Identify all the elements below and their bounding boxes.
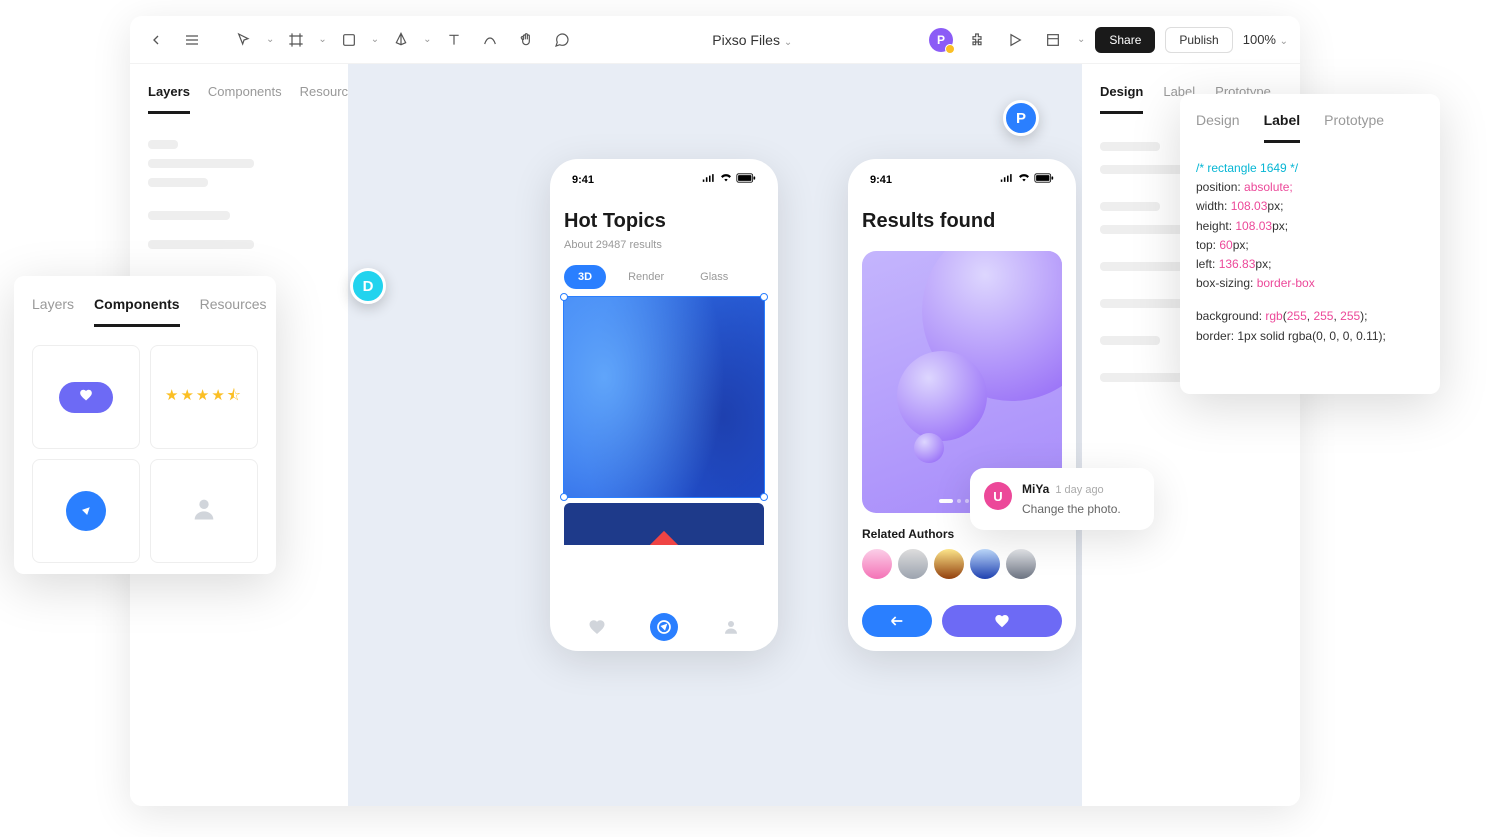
- secondary-image[interactable]: [564, 503, 764, 545]
- css-code-output[interactable]: /* rectangle 1649 */ position: absolute;…: [1196, 159, 1424, 346]
- tab-layers[interactable]: Layers: [148, 84, 190, 114]
- zoom-control[interactable]: 100% ⌄: [1243, 32, 1288, 47]
- left-panel-tabs: Layers Components Resources: [130, 64, 348, 114]
- property-placeholder: [1100, 336, 1160, 345]
- canvas[interactable]: 9:41 Hot Topics About 29487 results 3D R…: [348, 64, 1082, 806]
- comment-text: Change the photo.: [1022, 502, 1121, 516]
- layer-placeholder: [148, 140, 178, 149]
- toolbar-left-group: ⌄ ⌄ ⌄ ⌄: [142, 26, 576, 54]
- menu-button[interactable]: [178, 26, 206, 54]
- resize-handle-tl[interactable]: [560, 293, 568, 301]
- status-icons: [1000, 173, 1054, 186]
- component-rating-stars[interactable]: ★★★★⯪: [150, 345, 258, 449]
- screen-title: Hot Topics: [564, 210, 764, 233]
- nav-explore[interactable]: [650, 613, 678, 641]
- comment-timestamp: 1 day ago: [1055, 484, 1103, 496]
- select-tool[interactable]: [230, 26, 258, 54]
- component-heart-button[interactable]: [32, 345, 140, 449]
- collaborator-cursor-p: P: [1003, 100, 1039, 136]
- play-button[interactable]: [1001, 26, 1029, 54]
- back-button[interactable]: [142, 26, 170, 54]
- author-avatar[interactable]: [898, 549, 928, 579]
- frame-tool[interactable]: [282, 26, 310, 54]
- filter-tabs: 3D Render Glass: [564, 265, 764, 289]
- main-toolbar: ⌄ ⌄ ⌄ ⌄ Pixso Files ⌄ P ⌄ Share Publish …: [130, 16, 1300, 64]
- author-avatar[interactable]: [934, 549, 964, 579]
- components-overlay-tabs: Layers Components Resources: [32, 296, 258, 327]
- tab-3d[interactable]: 3D: [564, 265, 606, 289]
- plugins-button[interactable]: [963, 26, 991, 54]
- components-grid: ★★★★⯪: [32, 345, 258, 563]
- tab-design[interactable]: Design: [1196, 112, 1240, 143]
- bottom-nav: [564, 613, 764, 641]
- path-tool[interactable]: [476, 26, 504, 54]
- hand-tool[interactable]: [512, 26, 540, 54]
- comment-author: MiYa: [1022, 482, 1049, 496]
- nav-likes[interactable]: [583, 613, 611, 641]
- tab-glass[interactable]: Glass: [686, 265, 742, 289]
- label-panel-overlay: Design Label Prototype /* rectangle 1649…: [1180, 94, 1440, 394]
- toolbar-right-group: P ⌄ Share Publish 100% ⌄: [929, 26, 1288, 54]
- layer-placeholder: [148, 240, 254, 249]
- tab-resources[interactable]: Resources: [200, 296, 267, 327]
- label-overlay-tabs: Design Label Prototype: [1196, 112, 1424, 143]
- resize-handle-tr[interactable]: [760, 293, 768, 301]
- share-button[interactable]: [862, 605, 932, 637]
- status-time: 9:41: [870, 174, 892, 186]
- status-icons: [702, 173, 756, 186]
- component-compass-button[interactable]: [32, 459, 140, 563]
- tab-design[interactable]: Design: [1100, 84, 1143, 114]
- nav-profile[interactable]: [717, 613, 745, 641]
- author-avatar[interactable]: [862, 549, 892, 579]
- user-avatar[interactable]: P: [929, 28, 953, 52]
- resize-handle-bl[interactable]: [560, 493, 568, 501]
- author-avatar[interactable]: [1006, 549, 1036, 579]
- app-window: ⌄ ⌄ ⌄ ⌄ Pixso Files ⌄ P ⌄ Share Publish …: [130, 16, 1300, 806]
- status-bar: 9:41: [564, 173, 764, 186]
- layer-placeholder: [148, 178, 208, 187]
- tab-components[interactable]: Components: [94, 296, 180, 327]
- layout-button[interactable]: [1039, 26, 1067, 54]
- status-time: 9:41: [572, 174, 594, 186]
- text-tool[interactable]: [440, 26, 468, 54]
- components-panel-overlay: Layers Components Resources ★★★★⯪: [14, 276, 276, 574]
- file-title[interactable]: Pixso Files ⌄: [576, 32, 929, 48]
- tab-prototype[interactable]: Prototype: [1324, 112, 1384, 143]
- comment-body: MiYa 1 day ago Change the photo.: [1022, 482, 1121, 516]
- action-buttons: [862, 605, 1062, 637]
- property-placeholder: [1100, 142, 1160, 151]
- component-person-icon[interactable]: [150, 459, 258, 563]
- tab-render[interactable]: Render: [614, 265, 678, 289]
- artboard-hot-topics[interactable]: 9:41 Hot Topics About 29487 results 3D R…: [550, 159, 778, 651]
- comment-bubble[interactable]: U MiYa 1 day ago Change the photo.: [970, 468, 1154, 530]
- author-avatar[interactable]: [970, 549, 1000, 579]
- artboard-results[interactable]: 9:41 Results found Related Authors: [848, 159, 1076, 651]
- layer-placeholder: [148, 211, 230, 220]
- publish-button[interactable]: Publish: [1165, 27, 1232, 53]
- pen-tool[interactable]: [387, 26, 415, 54]
- shape-tool[interactable]: [335, 26, 363, 54]
- like-button[interactable]: [942, 605, 1062, 637]
- status-bar: 9:41: [862, 173, 1062, 186]
- comment-avatar: U: [984, 482, 1012, 510]
- collaborator-cursor-d: D: [350, 268, 386, 304]
- property-placeholder: [1100, 202, 1160, 211]
- tab-label[interactable]: Label: [1264, 112, 1301, 143]
- share-button[interactable]: Share: [1095, 27, 1155, 53]
- comment-tool[interactable]: [548, 26, 576, 54]
- resize-handle-br[interactable]: [760, 493, 768, 501]
- screen-title: Results found: [862, 210, 1062, 233]
- layer-placeholder: [148, 159, 254, 168]
- tab-components[interactable]: Components: [208, 84, 282, 114]
- author-avatars: [862, 549, 1062, 579]
- selected-image[interactable]: [564, 297, 764, 497]
- screen-subtitle: About 29487 results: [564, 239, 764, 251]
- tab-layers[interactable]: Layers: [32, 296, 74, 327]
